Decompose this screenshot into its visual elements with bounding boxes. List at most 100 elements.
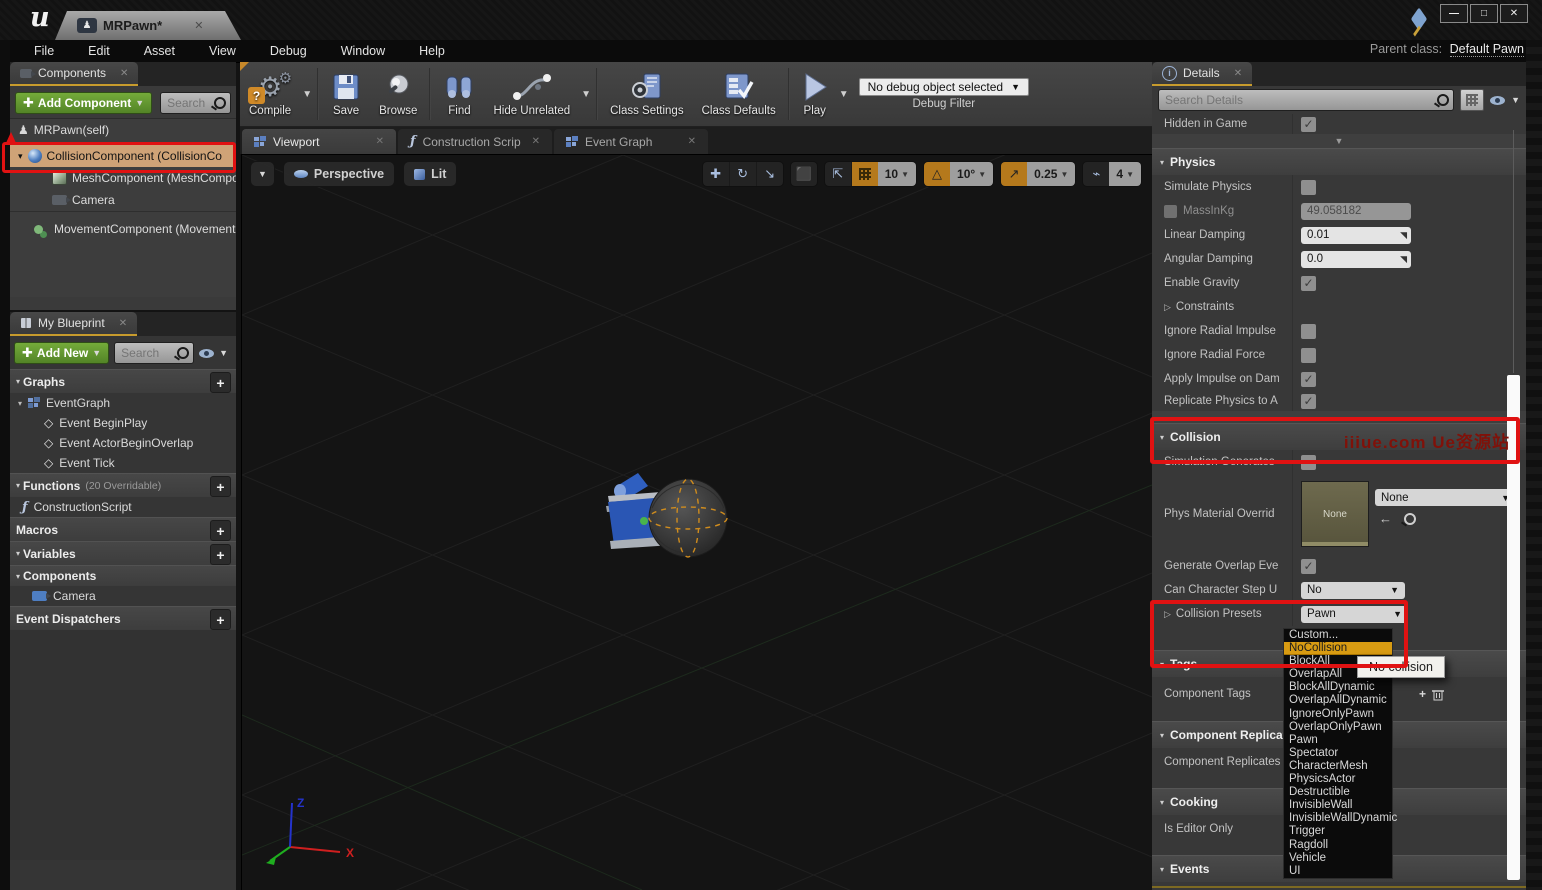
preset-option[interactable]: Pawn xyxy=(1284,734,1392,747)
tab-close-icon[interactable]: ✕ xyxy=(688,136,696,147)
hide-unrelated-caret[interactable]: ▼ xyxy=(581,89,591,100)
tab-close-icon[interactable]: ✕ xyxy=(532,136,540,147)
tree-item-camera[interactable]: Camera xyxy=(10,189,236,211)
visibility-eye-icon[interactable] xyxy=(1490,96,1505,105)
apply-impulse-checkbox[interactable]: ✓ xyxy=(1301,372,1316,387)
property-matrix-button[interactable] xyxy=(1460,89,1484,111)
add-tag-icon[interactable]: + xyxy=(1419,687,1426,701)
menu-item[interactable]: Help xyxy=(403,42,461,60)
section-drag-handle[interactable]: ▬ xyxy=(1152,411,1526,423)
details-expand-chevron[interactable]: ▼ xyxy=(1152,134,1526,148)
functions-header[interactable]: ▾ Functions (20 Overridable) + xyxy=(10,473,236,497)
tab-close-icon[interactable]: ✕ xyxy=(120,68,128,79)
preset-option[interactable]: IgnoreOnlyPawn xyxy=(1284,708,1392,721)
event-dispatchers-header[interactable]: Event Dispatchers + xyxy=(10,606,236,630)
scale-snap-icon[interactable]: ↗ xyxy=(1001,162,1027,186)
browse-button[interactable]: Browse xyxy=(370,71,426,117)
preset-option[interactable]: Vehicle xyxy=(1284,852,1392,865)
phys-material-thumbnail[interactable]: None xyxy=(1301,481,1369,547)
hide-unrelated-button[interactable]: Hide Unrelated xyxy=(484,71,579,117)
event-tick-row[interactable]: ◇ Event Tick xyxy=(10,453,236,473)
trash-icon[interactable] xyxy=(1432,688,1444,701)
tab-close-icon[interactable]: ✕ xyxy=(194,19,203,32)
hidden-in-game-checkbox[interactable]: ✓ xyxy=(1301,117,1316,132)
expander-icon[interactable]: ▾ xyxy=(18,399,22,408)
physics-section-header[interactable]: ▾ Physics xyxy=(1152,148,1526,175)
eventgraph-row[interactable]: ▾ EventGraph xyxy=(10,393,236,413)
preset-option[interactable]: CharacterMesh xyxy=(1284,760,1392,773)
scale-tool-icon[interactable]: ↘ xyxy=(756,162,783,186)
preset-option[interactable]: OverlapAllDynamic xyxy=(1284,694,1392,707)
add-function-button[interactable]: + xyxy=(210,476,231,497)
tab-my-blueprint[interactable]: My Blueprint ✕ xyxy=(10,312,137,336)
enable-gravity-checkbox[interactable]: ✓ xyxy=(1301,276,1316,291)
preset-option[interactable]: Trigger xyxy=(1284,825,1392,838)
menu-item[interactable]: Asset xyxy=(128,42,191,60)
event-beginplay-row[interactable]: ◇ Event BeginPlay xyxy=(10,413,236,433)
menu-item[interactable]: Debug xyxy=(254,42,323,60)
ignore-radial-impulse-checkbox[interactable]: ✓ xyxy=(1301,324,1316,339)
preset-option[interactable]: Custom... xyxy=(1284,629,1392,642)
parent-class-link[interactable]: Default Pawn xyxy=(1450,42,1524,57)
tree-item-mesh-component[interactable]: MeshComponent (MeshCompor xyxy=(10,167,236,189)
tab-event-graph[interactable]: Event Graph ✕ xyxy=(554,129,708,154)
can-step-dropdown[interactable]: No▼ xyxy=(1301,582,1405,599)
add-event-dispatcher-button[interactable]: + xyxy=(210,609,231,630)
ignore-radial-force-checkbox[interactable]: ✓ xyxy=(1301,348,1316,363)
scale-snap-value[interactable]: 0.25▼ xyxy=(1027,162,1075,186)
lit-mode-button[interactable]: Lit xyxy=(403,161,457,187)
scrollbar-thumb[interactable] xyxy=(1507,375,1520,880)
browse-to-asset-icon[interactable] xyxy=(1404,513,1416,525)
perspective-button[interactable]: Perspective xyxy=(283,161,395,187)
grid-snap-icon[interactable] xyxy=(851,162,878,186)
preset-option[interactable]: InvisibleWallDynamic xyxy=(1284,812,1392,825)
save-button[interactable]: Save xyxy=(322,71,370,117)
class-defaults-button[interactable]: Class Defaults xyxy=(693,71,785,117)
camera-variable-row[interactable]: Camera xyxy=(10,586,236,606)
tab-close-icon[interactable]: ✕ xyxy=(1234,68,1242,79)
replicate-physics-checkbox[interactable]: ✓ xyxy=(1301,394,1316,409)
surface-snap-icon[interactable]: ⇱ xyxy=(825,162,851,186)
preset-option[interactable]: InvisibleWall xyxy=(1284,799,1392,812)
graphs-header[interactable]: ▾ Graphs + xyxy=(10,369,236,393)
preset-option[interactable]: PhysicsActor xyxy=(1284,773,1392,786)
variables-header[interactable]: ▾ Variables + xyxy=(10,541,236,565)
simulation-generates-checkbox[interactable]: ✓ xyxy=(1301,455,1316,470)
move-tool-icon[interactable]: ✚ xyxy=(703,162,729,186)
preset-option[interactable]: UI xyxy=(1284,865,1392,878)
macros-header[interactable]: Macros + xyxy=(10,517,236,541)
camera-speed-value[interactable]: 4▼ xyxy=(1109,162,1141,186)
phys-material-dropdown[interactable]: None▼ xyxy=(1375,489,1516,506)
tree-item-movement-component[interactable]: MovementComponent (Movement xyxy=(10,218,236,240)
construction-script-row[interactable]: ƒ ConstructionScript xyxy=(10,497,236,517)
minimize-button[interactable]: — xyxy=(1440,4,1468,23)
camera-speed-icon[interactable]: ⌁ xyxy=(1083,162,1109,186)
find-button[interactable]: Find xyxy=(434,71,484,117)
angular-damping-field[interactable]: 0.0◥ xyxy=(1301,251,1411,268)
preset-option[interactable]: OverlapOnlyPawn xyxy=(1284,721,1392,734)
tab-construction-script[interactable]: ƒ Construction Scrip ✕ xyxy=(398,129,552,154)
components-section-header[interactable]: ▾ Components xyxy=(10,565,236,586)
document-tab-mrpawn[interactable]: ♟ MRPawn* ✕ xyxy=(55,11,241,40)
add-macro-button[interactable]: + xyxy=(210,520,231,541)
my-blueprint-search-input[interactable] xyxy=(119,345,177,361)
details-search-input[interactable] xyxy=(1163,92,1437,108)
preset-option[interactable]: Destructible xyxy=(1284,786,1392,799)
maximize-button[interactable]: □ xyxy=(1470,4,1498,23)
close-button[interactable]: ✕ xyxy=(1500,4,1528,23)
tab-close-icon[interactable]: ✕ xyxy=(376,136,384,147)
menu-item[interactable]: File xyxy=(18,42,70,60)
my-blueprint-search[interactable] xyxy=(114,342,194,364)
simulate-physics-checkbox[interactable]: ✓ xyxy=(1301,180,1316,195)
collision-sphere[interactable] xyxy=(649,479,727,557)
collision-section-header[interactable]: ▾ Collision xyxy=(1152,423,1526,450)
rotation-snap-icon[interactable]: △ xyxy=(924,162,950,186)
mass-override-checkbox[interactable] xyxy=(1164,205,1177,218)
tab-details[interactable]: i Details ✕ xyxy=(1152,62,1252,86)
viewport-options-button[interactable]: ▼ xyxy=(250,161,275,187)
world-local-cube-icon[interactable]: ⬛ xyxy=(791,162,817,186)
menu-item[interactable]: View xyxy=(193,42,252,60)
grid-snap-value[interactable]: 10▼ xyxy=(878,162,916,186)
tab-close-icon[interactable]: ✕ xyxy=(119,318,127,329)
add-component-button[interactable]: ✚ Add Component ▼ xyxy=(15,92,152,114)
